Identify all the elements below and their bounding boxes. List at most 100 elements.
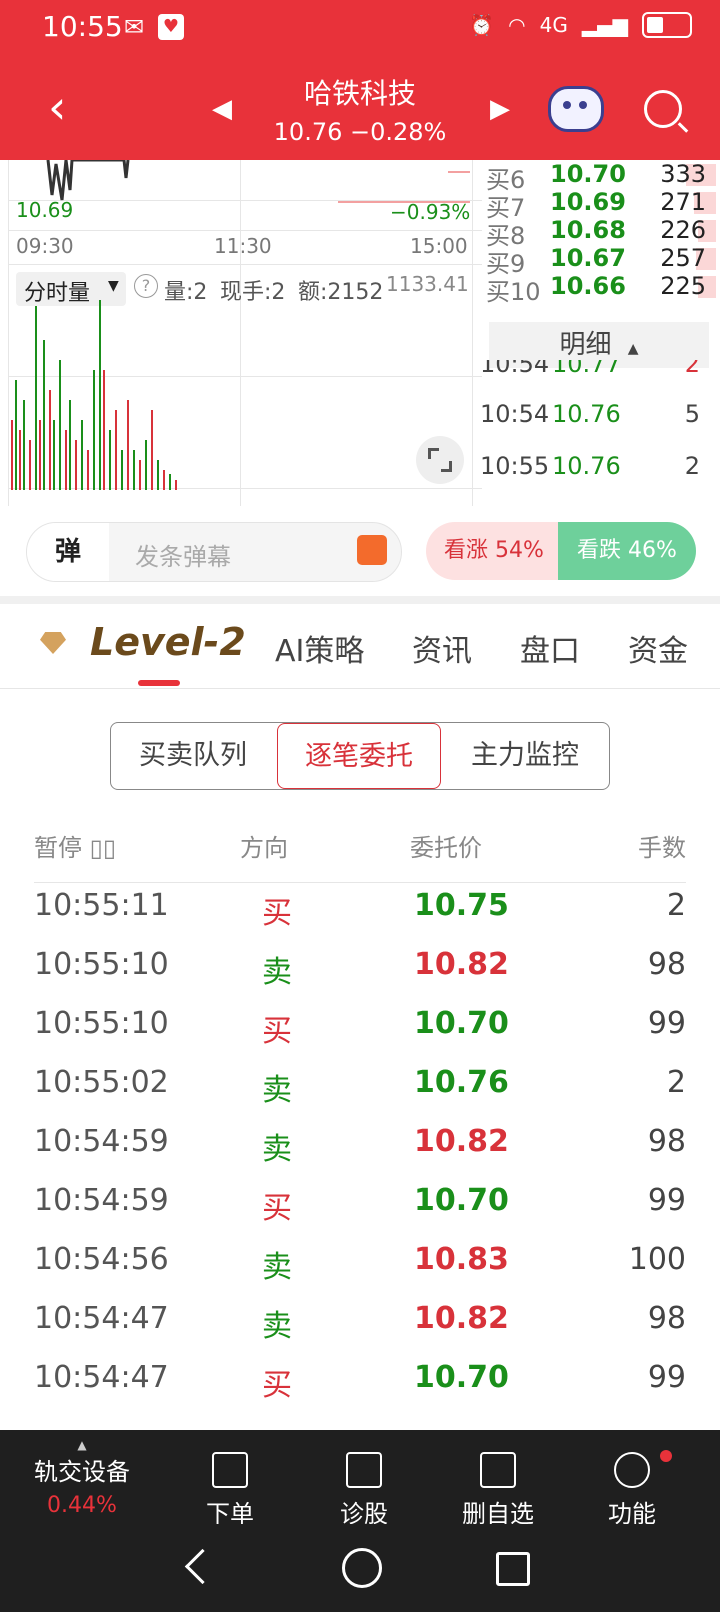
- order-time: 10:55:11: [34, 888, 169, 923]
- order-button[interactable]: 下单: [160, 1446, 300, 1529]
- order-price: 10.82: [414, 1124, 509, 1159]
- order-direction: 买: [262, 1191, 292, 1226]
- price-low-label: 10.69: [16, 198, 74, 222]
- fullscreen-icon[interactable]: [416, 436, 464, 484]
- ai-robot-icon[interactable]: [548, 86, 604, 132]
- tab-news[interactable]: 资讯: [412, 626, 472, 670]
- tab-funds[interactable]: 资金: [628, 626, 688, 670]
- chevron-up-icon: ▲: [77, 1438, 87, 1452]
- table-row: 10:54:56 卖 10.83 100: [34, 1242, 686, 1300]
- remove-watchlist-button[interactable]: 删自选: [428, 1446, 568, 1529]
- section-divider: [0, 596, 720, 604]
- diagnose-button[interactable]: 诊股: [294, 1446, 434, 1529]
- pause-toggle[interactable]: 暂停 ▯▯: [34, 828, 116, 863]
- network-label: 4G: [539, 13, 568, 37]
- table-header: 暂停 ▯▯ 方向 委托价 手数: [34, 828, 686, 878]
- time-label-open: 09:30: [16, 234, 74, 258]
- order-price: 10.76: [414, 1065, 509, 1100]
- order-time: 10:54:59: [34, 1124, 169, 1159]
- tab-level2[interactable]: Level-2: [90, 620, 246, 664]
- search-icon[interactable]: [644, 90, 682, 128]
- tab-orderbook[interactable]: 盘口: [520, 626, 580, 670]
- nav-recents-icon[interactable]: [496, 1552, 530, 1586]
- chevron-down-icon: ▼: [108, 278, 119, 294]
- intraday-chart[interactable]: 10.69 −0.93% 09:30 11:30 15:00 分时量 ▼ ? 量…: [8, 160, 482, 506]
- order-time: 10:55:10: [34, 1006, 169, 1041]
- table-row: 10:55:11 买 10.75 2: [34, 888, 686, 946]
- danmaku-input[interactable]: 弹 发条弹幕: [26, 522, 402, 582]
- detail-label: 明细: [559, 330, 612, 360]
- segment-main-monitor[interactable]: 主力监控: [443, 723, 607, 789]
- bearish-button[interactable]: 看跌 46%: [558, 522, 696, 580]
- signal-icon: ▂▄▆: [581, 13, 628, 37]
- minus-box-icon: [480, 1452, 516, 1488]
- bid-row: 买10 10.66 225: [486, 272, 716, 306]
- stock-header: ‹ ◀ 哈铁科技 10.76 −0.28% ▶: [0, 56, 720, 160]
- status-time: 10:55: [42, 10, 123, 43]
- segment-order-by-order[interactable]: 逐笔委托: [277, 723, 441, 789]
- battery-icon: [642, 12, 692, 38]
- nav-home-icon[interactable]: [342, 1548, 382, 1588]
- table-row: 10:54:59 卖 10.82 98: [34, 1124, 686, 1182]
- function-button[interactable]: 功能: [562, 1446, 702, 1529]
- tab-bar: Level-2 AI策略 资讯 盘口 资金: [0, 604, 720, 689]
- order-price: 10.82: [414, 947, 509, 982]
- alarm-icon: ⏰: [469, 13, 495, 37]
- system-nav-bar: [0, 1524, 720, 1612]
- wifi-icon: ◠: [508, 13, 526, 37]
- bid-row: 买9 10.67 257: [486, 244, 716, 278]
- order-direction: 卖: [262, 955, 292, 990]
- segment-queue[interactable]: 买卖队列: [111, 723, 275, 789]
- sector-button[interactable]: ▲ 轨交设备 0.44%: [12, 1438, 152, 1518]
- order-direction: 卖: [262, 1250, 292, 1285]
- order-qty: 98: [647, 947, 686, 982]
- stock-quote: 10.76 −0.28%: [273, 118, 447, 146]
- nav-back-icon[interactable]: [184, 1548, 221, 1585]
- time-label-close: 15:00: [410, 234, 468, 258]
- order-qty: 98: [647, 1124, 686, 1159]
- order-price: 10.75: [414, 888, 509, 923]
- order-direction: 卖: [262, 1073, 292, 1108]
- order-direction: 买: [262, 1368, 292, 1403]
- bid-row: 买6 10.70 333: [486, 160, 716, 194]
- order-time: 10:55:10: [34, 947, 169, 982]
- order-qty: 99: [647, 1183, 686, 1218]
- wechat-icon: ✉: [124, 13, 145, 41]
- danmaku-toggle[interactable]: 弹: [27, 523, 109, 581]
- danmaku-placeholder: 发条弹幕: [135, 543, 231, 571]
- diamond-icon: [40, 632, 66, 654]
- gift-icon[interactable]: [357, 535, 387, 565]
- table-row: 10:54:47 卖 10.82 98: [34, 1301, 686, 1359]
- pct-low-label: −0.93%: [390, 200, 471, 224]
- order-qty: 99: [647, 1360, 686, 1395]
- status-bar: 10:55 ✉ ♥ ⏰ ◠ 4G ▂▄▆: [0, 0, 720, 56]
- tab-ai-strategy[interactable]: AI策略: [275, 626, 364, 670]
- order-direction: 卖: [262, 1132, 292, 1167]
- table-row: 10:55:10 卖 10.82 98: [34, 947, 686, 1005]
- order-qty: 2: [666, 1065, 686, 1100]
- bid-row: 买8 10.68 226: [486, 216, 716, 250]
- active-tab-indicator: [138, 680, 180, 686]
- order-direction: 卖: [262, 1309, 292, 1344]
- order-qty: 98: [647, 1301, 686, 1336]
- order-direction: 买: [262, 896, 292, 931]
- bid-row: 买7 10.69 271: [486, 188, 716, 222]
- app-notification-icon: ♥: [158, 14, 184, 40]
- order-price: 10.70: [414, 1183, 509, 1218]
- diagnose-icon: [346, 1452, 382, 1488]
- table-divider: [34, 882, 686, 883]
- order-price: 10.70: [414, 1360, 509, 1395]
- header-direction: 方向: [240, 834, 288, 862]
- table-row: 10:55:02 卖 10.76 2: [34, 1065, 686, 1123]
- tick-list[interactable]: 10:54 10.77 2 10:54 10.76 5 10:55 10.76 …: [480, 360, 710, 500]
- bullish-button[interactable]: 看涨 54%: [426, 522, 562, 580]
- table-row: 10:55:10 买 10.70 99: [34, 1006, 686, 1064]
- menu-icon: [614, 1452, 650, 1488]
- order-price: 10.70: [414, 1006, 509, 1041]
- order-direction: 买: [262, 1014, 292, 1049]
- volume-max-label: 1133.41: [386, 272, 469, 296]
- help-icon[interactable]: ?: [134, 274, 158, 298]
- sector-name: 轨交设备: [34, 1458, 130, 1486]
- order-qty: 2: [666, 888, 686, 923]
- next-stock-icon[interactable]: ▶: [490, 94, 510, 124]
